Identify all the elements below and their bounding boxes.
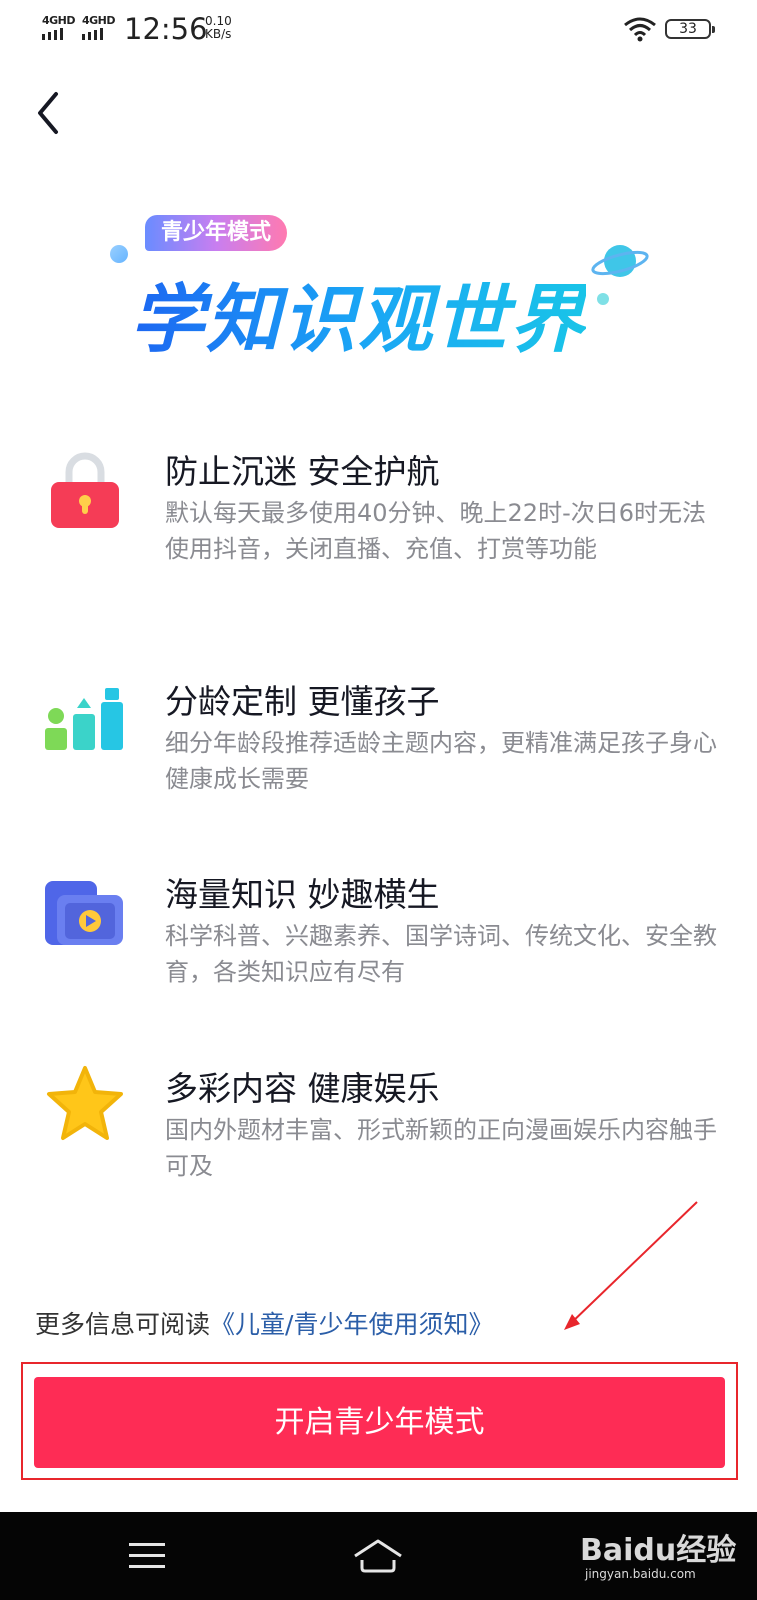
network-type-label: 4GHD xyxy=(82,14,116,27)
star-icon xyxy=(47,1066,123,1140)
feature-description: 科学科普、兴趣素养、国学诗词、传统文化、安全教育，各类知识应有尽有 xyxy=(165,922,717,986)
network-speed: 0.10 KB/s xyxy=(205,15,232,41)
annotation-arrow xyxy=(564,1201,698,1330)
feature-item: 防止沉迷 安全护航 默认每天最多使用40分钟、晚上22时-次日6时无法使用抖音，… xyxy=(0,445,757,615)
feature-description: 国内外题材丰富、形式新颖的正向漫画娱乐内容触手可及 xyxy=(165,1116,717,1180)
banner-headline: 学知识观世界 xyxy=(130,260,586,367)
menu-icon xyxy=(129,1543,165,1568)
feature-title: 海量知识 妙趣横生 xyxy=(165,875,440,914)
more-info-prefix: 更多信息可阅读 xyxy=(35,1310,211,1339)
status-time: 12:56 xyxy=(124,12,208,46)
feature-description: 默认每天最多使用40分钟、晚上22时-次日6时无法使用抖音，关闭直播、充值、打赏… xyxy=(165,499,707,563)
baidu-watermark-url: jingyan.baidu.com xyxy=(585,1567,696,1581)
feature-title: 分龄定制 更懂孩子 xyxy=(165,682,440,721)
back-button[interactable] xyxy=(30,88,70,138)
feature-title: 多彩内容 健康娱乐 xyxy=(165,1069,440,1108)
feature-item: 多彩内容 健康娱乐 国内外题材丰富、形式新颖的正向漫画娱乐内容触手可及 xyxy=(0,1062,757,1182)
status-bar: 4GHD 4GHD 12:56 0.10 KB/s 33 xyxy=(0,0,757,60)
video-folder-icon xyxy=(45,881,123,945)
more-info-line: 更多信息可阅读《儿童/青少年使用须知》 xyxy=(35,1305,493,1341)
feature-description: 细分年龄段推荐适龄主题内容，更精准满足孩子身心健康成长需要 xyxy=(165,729,717,793)
feature-item: 分龄定制 更懂孩子 细分年龄段推荐适龄主题内容，更精准满足孩子身心健康成长需要 xyxy=(0,675,757,795)
menu-button[interactable] xyxy=(97,1512,197,1600)
feature-item: 海量知识 妙趣横生 科学科普、兴趣素养、国学诗词、传统文化、安全教育，各类知识应… xyxy=(0,868,757,988)
feature-title: 防止沉迷 安全护航 xyxy=(165,452,440,491)
wifi-icon xyxy=(624,17,656,42)
decor-dot xyxy=(597,293,609,305)
signal-bars-icon xyxy=(42,28,75,40)
chevron-left-icon xyxy=(38,92,58,134)
teen-mode-tag: 青少年模式 xyxy=(145,215,288,251)
home-icon xyxy=(354,1539,402,1573)
enable-teen-mode-button[interactable]: 开启青少年模式 xyxy=(34,1377,725,1468)
growth-chart-icon xyxy=(45,688,123,750)
decor-dot xyxy=(110,245,128,263)
lock-icon xyxy=(51,452,119,528)
network-type-label: 4GHD xyxy=(42,14,76,27)
signal-indicator-1: 4GHD xyxy=(42,14,76,40)
usage-notice-link[interactable]: 《儿童/青少年使用须知》 xyxy=(210,1310,493,1339)
signal-indicator-2: 4GHD xyxy=(82,14,116,40)
teen-mode-banner: 青少年模式 学知识观世界 xyxy=(110,205,670,365)
signal-bars-icon xyxy=(82,28,115,40)
baidu-watermark: Baidu经验 xyxy=(580,1533,737,1568)
network-speed-unit: KB/s xyxy=(205,27,232,41)
home-button[interactable] xyxy=(328,1512,428,1600)
battery-indicator: 33 xyxy=(665,19,715,39)
planet-icon xyxy=(591,245,649,277)
